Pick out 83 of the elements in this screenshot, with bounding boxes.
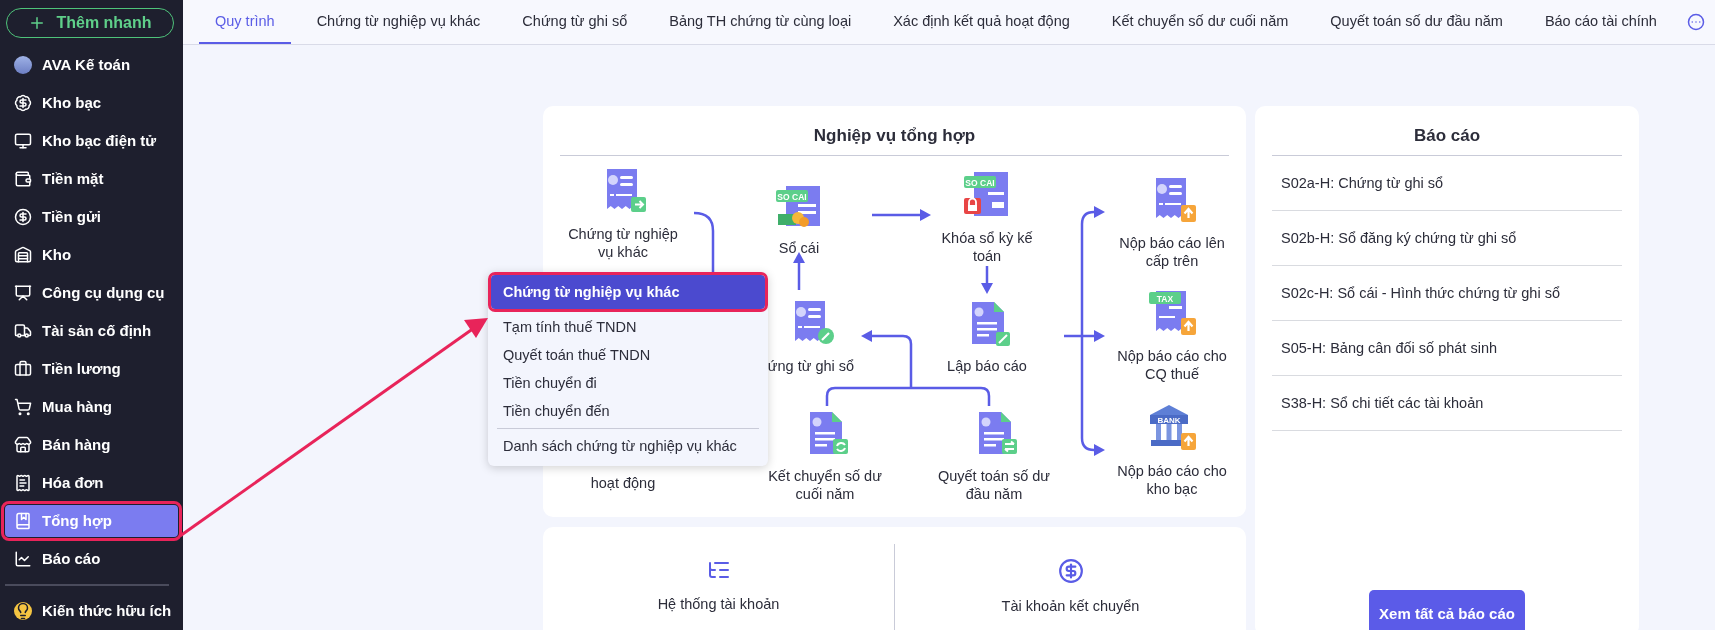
view-all-button[interactable]: Xem tất cả báo cáo xyxy=(1369,590,1525,630)
receipt-icon xyxy=(14,474,32,492)
store-icon xyxy=(14,436,32,454)
connector-arrow xyxy=(981,266,993,294)
report-link[interactable]: S05-H: Bảng cân đối số phát sinh xyxy=(1272,321,1622,376)
report-link[interactable]: S02b-H: Sổ đăng ký chứng từ ghi sổ xyxy=(1272,211,1622,266)
sidebar-item[interactable]: Kho bạc điện tử xyxy=(5,124,178,158)
step-label[interactable]: Chứng từ nghiệp vụ khác xyxy=(562,225,684,261)
truck-icon xyxy=(14,322,32,340)
monitor-icon xyxy=(14,132,32,150)
shortcut-label[interactable]: Hệ thống tài khoản xyxy=(657,596,780,612)
connector-line xyxy=(693,211,715,274)
cart-icon xyxy=(14,398,32,416)
step-label[interactable]: Nộp báo cáo lên cấp trên xyxy=(1111,234,1233,270)
sidebar-item-label: AVA Kế toán xyxy=(42,56,131,74)
sidebar-item-label: Kho xyxy=(42,246,72,264)
sidebar-item-label: Tiền gửi xyxy=(42,208,101,226)
report-link[interactable]: S02c-H: Sổ cái - Hình thức chứng từ ghi sổ xyxy=(1272,266,1622,321)
menu-item[interactable]: Tiền chuyển đến xyxy=(491,397,765,425)
step-label[interactable]: Sổ cái xyxy=(738,239,860,257)
sidebar-item[interactable]: Tiền lương xyxy=(5,352,178,386)
board-icon xyxy=(14,284,32,302)
menu-item[interactable]: Danh sách chứng từ nghiệp vụ khác xyxy=(491,432,765,460)
sidebar-item[interactable]: Tài sản cố định xyxy=(5,314,178,348)
step-label[interactable]: Quyết toán số dư đầu năm xyxy=(933,467,1055,503)
connector-arrow xyxy=(872,209,931,221)
report-link[interactable]: S02a-H: Chứng từ ghi sổ xyxy=(1272,156,1622,211)
sidebar-item[interactable]: Mua hàng xyxy=(5,390,178,424)
tab[interactable]: Kết chuyển số dư cuối năm xyxy=(1095,0,1305,44)
sidebar-item-label: Kho bạc xyxy=(42,94,102,112)
sidebar-item-label: Kho bạc điện tử xyxy=(42,132,157,150)
warehouse-icon xyxy=(14,246,32,264)
shortcut-label[interactable]: Tài khoản kết chuyển xyxy=(1001,598,1140,614)
step-label[interactable]: Lập báo cáo xyxy=(926,357,1048,375)
sidebar-item-label: Tổng hợp xyxy=(42,512,112,530)
sidebar-item-label: Tiền lương xyxy=(42,360,121,378)
tab[interactable]: Quyết toán số dư đầu năm xyxy=(1314,0,1519,44)
tab[interactable]: Chứng từ ghi sổ xyxy=(506,0,644,44)
tab[interactable]: Quy trình xyxy=(199,0,291,44)
lightbulb-icon xyxy=(14,601,32,620)
sidebar-item-label: Mua hàng xyxy=(42,398,112,416)
briefcase-icon xyxy=(14,360,32,378)
sidebar-item[interactable]: Tiền gửi xyxy=(5,200,178,234)
chart-icon xyxy=(14,550,32,568)
step-label[interactable]: hoạt động xyxy=(562,474,684,492)
step-label[interactable]: Khóa sổ kỳ kế toán xyxy=(926,229,1048,265)
menu-item[interactable]: Chứng từ nghiệp vụ khác xyxy=(491,275,765,309)
card-title: Nghiệp vụ tổng hợp xyxy=(560,106,1229,156)
sidebar-item[interactable]: Kho bạc xyxy=(5,86,178,120)
tab[interactable]: Bảng TH chứng từ cùng loại xyxy=(653,0,868,44)
avatar-icon xyxy=(14,56,32,74)
tab[interactable]: Chứng từ nghiệp vụ khác xyxy=(300,0,497,44)
tab[interactable]: Báo cáo tài chính xyxy=(1528,0,1673,44)
step-label[interactable]: Kết chuyển số dư cuối năm xyxy=(764,467,886,503)
sidebar-item-label: Hóa đơn xyxy=(42,474,104,492)
wallet-icon xyxy=(14,170,32,188)
sidebar-item[interactable]: Bán hàng xyxy=(5,428,178,462)
book-icon xyxy=(14,512,32,530)
sidebar-item[interactable]: Tiền mặt xyxy=(5,162,178,196)
report-link[interactable]: S38-H: Sổ chi tiết các tài khoản xyxy=(1272,376,1622,431)
connector-arrow xyxy=(793,252,805,290)
sidebar-item-label: Công cụ dụng cụ xyxy=(42,284,165,302)
step-label[interactable]: Nộp báo cáo cho kho bạc xyxy=(1111,462,1233,498)
sidebar-item[interactable]: AVA Kế toán xyxy=(5,48,178,82)
sidebar-item-label: Tiền mặt xyxy=(42,170,104,188)
dollar-circle-icon xyxy=(1057,558,1084,584)
dollar-circle-icon xyxy=(14,208,32,226)
card-title: Báo cáo xyxy=(1272,106,1622,156)
sidebar-item[interactable]: Hóa đơn xyxy=(5,466,178,500)
sidebar-item-label: Bán hàng xyxy=(42,436,111,454)
sidebar-item-label: Báo cáo xyxy=(42,550,101,568)
menu-item[interactable]: Tạm tính thuế TNDN xyxy=(491,313,765,341)
sidebar-item[interactable]: Báo cáo xyxy=(5,542,178,576)
sidebar-item[interactable]: Kho xyxy=(5,238,178,272)
menu-item[interactable]: Quyết toán thuế TNDN xyxy=(491,341,765,369)
menu-item[interactable]: Tiền chuyển đi xyxy=(491,369,765,397)
sidebar-item[interactable]: Công cụ dụng cụ xyxy=(5,276,178,310)
badge-dollar-icon xyxy=(14,94,32,112)
sidebar-item[interactable]: Kiến thức hữu ích xyxy=(5,594,178,628)
sidebar-item-label: Kiến thức hữu ích xyxy=(42,602,172,620)
step-label[interactable]: Nộp báo cáo cho CQ thuế xyxy=(1111,347,1233,383)
sidebar-item-label: Tài sản cố định xyxy=(42,322,152,340)
tab[interactable]: Xác định kết quả hoạt động xyxy=(877,0,1086,44)
